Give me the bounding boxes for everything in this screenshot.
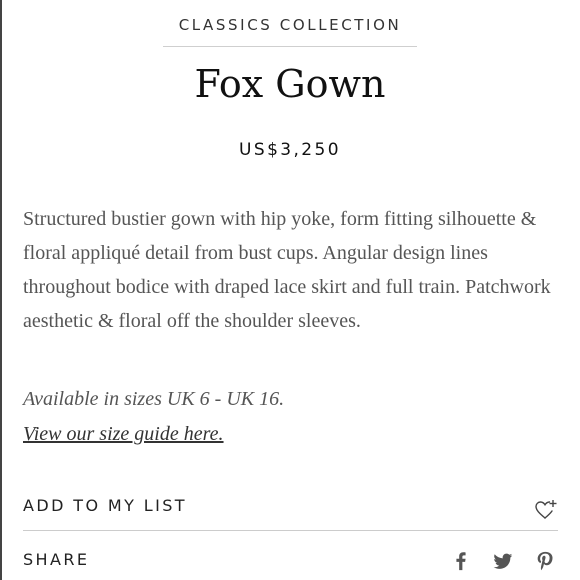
twitter-icon[interactable] bbox=[492, 550, 514, 572]
add-to-list-label: ADD TO MY LIST bbox=[23, 496, 187, 515]
product-title: Fox Gown bbox=[194, 62, 386, 106]
size-guide-link[interactable]: View our size guide here. bbox=[23, 423, 224, 446]
product-description: Structured bustier gown with hip yoke, f… bbox=[23, 208, 551, 332]
heart-plus-icon[interactable] bbox=[534, 498, 558, 522]
pinterest-icon[interactable] bbox=[534, 550, 556, 572]
share-row: SHARE bbox=[23, 540, 558, 580]
share-label: SHARE bbox=[23, 550, 90, 569]
collection-underline bbox=[163, 46, 417, 47]
sizes-note: Available in sizes UK 6 - UK 16. bbox=[23, 388, 285, 410]
actions-divider bbox=[23, 530, 558, 531]
product-price: US$3,250 bbox=[239, 140, 341, 160]
collection-label: CLASSICS COLLECTION bbox=[178, 16, 402, 34]
add-to-list-button[interactable]: ADD TO MY LIST bbox=[23, 488, 558, 528]
facebook-icon[interactable] bbox=[450, 550, 472, 572]
